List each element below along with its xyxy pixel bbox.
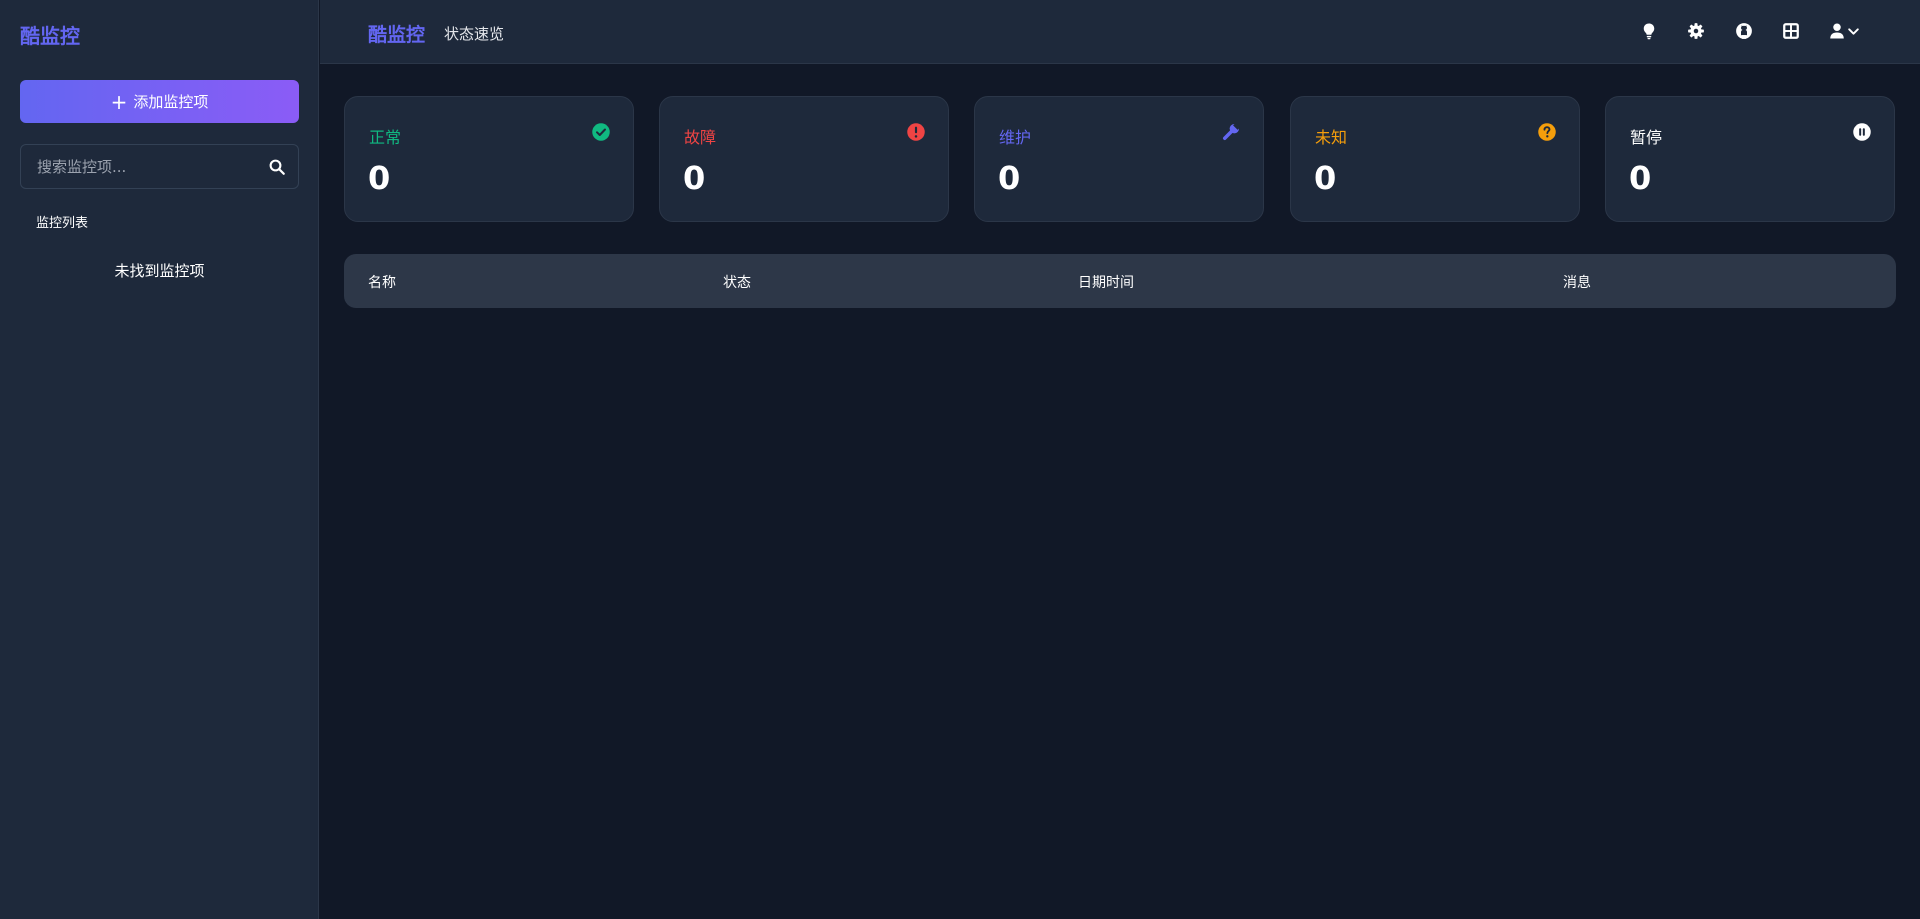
lightbulb-icon[interactable] xyxy=(1640,22,1658,40)
plus-icon: + xyxy=(110,89,128,114)
search-box xyxy=(20,144,299,189)
top-header: 酷监控 状态速览 xyxy=(320,0,1920,64)
github-icon[interactable] xyxy=(1735,22,1753,40)
grid-icon[interactable] xyxy=(1782,22,1800,40)
status-card-paused: 暂停 0 xyxy=(1605,96,1895,222)
status-count-paused: 0 xyxy=(1629,159,1652,197)
column-header-name[interactable]: 名称 xyxy=(368,272,396,292)
status-label-down: 故障 xyxy=(684,128,717,147)
page-title: 状态速览 xyxy=(444,25,505,43)
pause-circle-icon xyxy=(1852,122,1872,142)
status-label-up: 正常 xyxy=(369,128,402,147)
monitor-table-header: 名称 状态 日期时间 消息 xyxy=(344,254,1896,308)
add-monitor-label: 添加监控项 xyxy=(133,93,209,111)
status-label-maintenance: 维护 xyxy=(999,128,1032,147)
sidebar: 酷监控 + 添加监控项 监控列表 未找到监控项 xyxy=(0,0,319,919)
status-card-maintenance: 维护 0 xyxy=(974,96,1264,222)
status-label-unknown: 未知 xyxy=(1315,128,1348,147)
status-count-up: 0 xyxy=(368,159,391,197)
status-count-maintenance: 0 xyxy=(998,159,1021,197)
status-card-up: 正常 0 xyxy=(344,96,634,222)
monitor-list-title: 监控列表 xyxy=(36,216,89,231)
empty-list-message: 未找到监控项 xyxy=(114,262,205,280)
search-input[interactable] xyxy=(21,145,261,188)
header-logo[interactable]: 酷监控 xyxy=(368,20,425,47)
user-icon[interactable] xyxy=(1828,22,1846,40)
gear-icon[interactable] xyxy=(1687,22,1705,40)
exclamation-circle-icon xyxy=(906,122,926,142)
status-count-unknown: 0 xyxy=(1314,159,1337,197)
column-header-datetime[interactable]: 日期时间 xyxy=(1078,272,1134,292)
status-card-unknown: 未知 0 xyxy=(1290,96,1580,222)
column-header-status[interactable]: 状态 xyxy=(723,272,751,292)
column-header-message[interactable]: 消息 xyxy=(1563,272,1591,292)
wrench-icon xyxy=(1221,122,1241,142)
search-icon[interactable] xyxy=(268,158,286,176)
check-circle-icon xyxy=(591,122,611,142)
question-circle-icon xyxy=(1537,122,1557,142)
sidebar-logo[interactable]: 酷监控 xyxy=(20,20,80,49)
chevron-down-icon[interactable] xyxy=(1847,25,1860,38)
status-label-paused: 暂停 xyxy=(1630,128,1663,147)
status-card-down: 故障 0 xyxy=(659,96,949,222)
add-monitor-button[interactable]: + 添加监控项 xyxy=(20,80,299,123)
status-count-down: 0 xyxy=(683,159,706,197)
